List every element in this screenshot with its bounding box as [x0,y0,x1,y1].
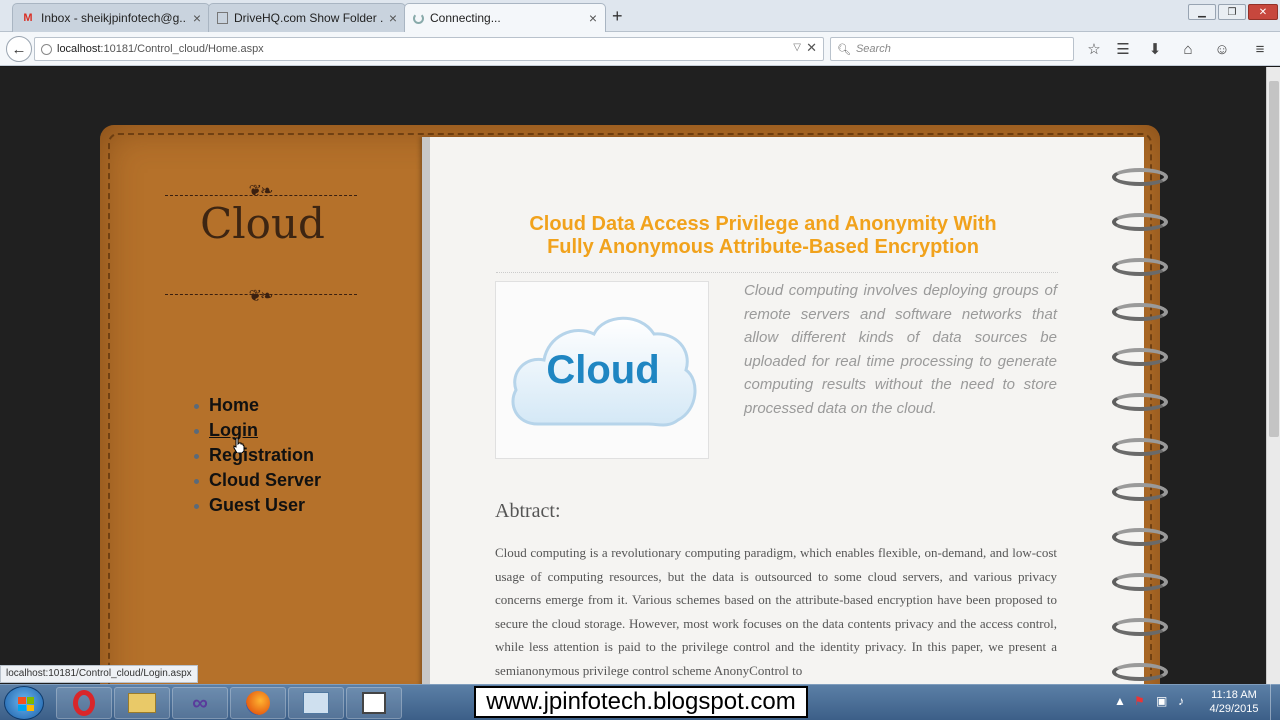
spiral-ring [1112,348,1168,366]
show-hidden-icons-icon[interactable]: ▲ [1114,694,1126,708]
cloud-image: Cloud [495,281,709,459]
title-line: Cloud Data Access Privilege and Anonymit… [529,213,997,235]
left-panel: ❦❧ Cloud ❦❧ Home Login Registration Clou… [100,125,418,685]
abstract-heading: Abtract: [495,500,561,522]
taskbar-file-explorer[interactable] [114,687,170,719]
gmail-icon: M [23,12,33,24]
network-icon [303,692,329,714]
browser-nav-bar: ← localhost:10181/Control_cloud/Home.asp… [0,32,1280,66]
spiral-ring [1112,438,1168,456]
system-clock[interactable]: 11:18 AM 4/29/2015 [1194,688,1274,716]
ornament-icon: ❦❧ [248,286,274,305]
globe-icon [41,43,52,55]
nav-cloud-server[interactable]: Cloud Server [194,468,321,493]
dropdown-icon[interactable]: ▽ [793,42,801,53]
close-icon[interactable]: × [193,10,201,26]
search-placeholder: Search [855,43,891,55]
network-status-icon[interactable]: ▣ [1156,694,1167,708]
reading-list-icon[interactable]: ☰ [1113,39,1133,59]
action-center-icon[interactable]: ⚑ [1134,694,1145,708]
back-button[interactable]: ← [6,36,32,62]
close-icon[interactable]: × [389,10,397,26]
page-icon [217,12,228,24]
title-divider [496,272,1058,273]
spiral-binding [1112,168,1172,720]
download-icon[interactable]: ⬇ [1145,39,1165,59]
visual-studio-icon: ∞ [192,690,208,715]
tab-title: DriveHQ.com Show Folder ... [234,11,383,25]
ornament-icon: ❦❧ [248,181,274,200]
vertical-scrollbar[interactable] [1266,67,1280,684]
nav-registration[interactable]: Registration [194,443,321,468]
spiral-ring [1112,573,1168,591]
spiral-ring [1112,168,1168,186]
menu-icon[interactable]: ≡ [1250,39,1270,59]
nav-guest-user[interactable]: Guest User [194,493,321,518]
close-icon[interactable]: × [589,10,597,26]
tab-title: Connecting... [430,11,501,25]
close-window-button[interactable]: ✕ [1248,4,1278,20]
firefox-icon [246,691,270,715]
browser-tab-bar: M Inbox - sheikjpinfotech@g... × DriveHQ… [0,0,1280,32]
star-icon[interactable]: ☆ [1084,39,1104,59]
watermark-url: www.jpinfotech.blogspot.com [474,686,808,718]
taskbar-network[interactable] [288,687,344,719]
search-input[interactable]: 🔍︎ Search [830,37,1074,61]
site-nav-menu: Home Login Registration Cloud Server Gue… [194,393,321,518]
opera-icon [73,690,95,716]
site-brand: Cloud [200,199,325,248]
page-title: Cloud Data Access Privilege and Anonymit… [498,213,1028,259]
cloud-image-label: Cloud [546,348,660,392]
taskbar-window[interactable] [346,687,402,719]
taskbar-firefox[interactable] [230,687,286,719]
clock-date: 4/29/2015 [1209,703,1259,715]
address-bar[interactable]: localhost:10181/Control_cloud/Home.aspx … [34,37,824,61]
windows-logo-icon [18,697,34,711]
spiral-ring [1112,663,1168,681]
spiral-ring [1112,618,1168,636]
scroll-thumb[interactable] [1269,81,1279,437]
file-explorer-icon [128,693,156,713]
back-arrow-icon: ← [11,40,27,58]
nav-home[interactable]: Home [194,393,321,418]
minimize-button[interactable]: ▁ [1188,4,1216,20]
nav-login[interactable]: Login [194,418,321,443]
spiral-ring [1112,483,1168,501]
loading-icon [413,12,424,24]
taskbar-visual-studio[interactable]: ∞ [172,687,228,719]
url-text: localhost:10181/Control_cloud/Home.aspx [57,43,264,55]
volume-icon[interactable]: ♪ [1178,694,1184,708]
search-icon: 🔍︎ [837,43,851,56]
intro-text: Cloud computing involves deploying group… [744,282,1057,417]
tab-gmail[interactable]: M Inbox - sheikjpinfotech@g... × [12,3,210,32]
maximize-button[interactable]: ❐ [1218,4,1246,20]
spiral-ring [1112,213,1168,231]
spiral-ring [1112,528,1168,546]
stop-icon[interactable]: ✕ [806,40,817,56]
chat-icon[interactable]: ☺ [1212,39,1232,59]
show-desktop-button[interactable] [1270,684,1280,720]
tab-title: Inbox - sheikjpinfotech@g... [41,11,187,25]
spiral-ring [1112,303,1168,321]
window-icon [362,692,386,714]
taskbar-opera[interactable] [56,687,112,719]
start-button[interactable] [4,686,44,720]
new-tab-button[interactable]: + [612,6,623,27]
home-icon[interactable]: ⌂ [1178,39,1198,59]
spiral-ring [1112,393,1168,411]
abstract-body: Cloud computing is a revolutionary compu… [495,545,1057,678]
spiral-ring [1112,258,1168,276]
tab-connecting[interactable]: Connecting... × [404,3,606,32]
status-link-tooltip: localhost:10181/Control_cloud/Login.aspx [0,665,198,683]
title-line: Fully Anonymous Attribute-Based Encrypti… [547,236,979,258]
clock-time: 11:18 AM [1211,689,1257,701]
hand-cursor-icon [233,437,245,453]
tab-drivehq[interactable]: DriveHQ.com Show Folder ... × [208,3,406,32]
